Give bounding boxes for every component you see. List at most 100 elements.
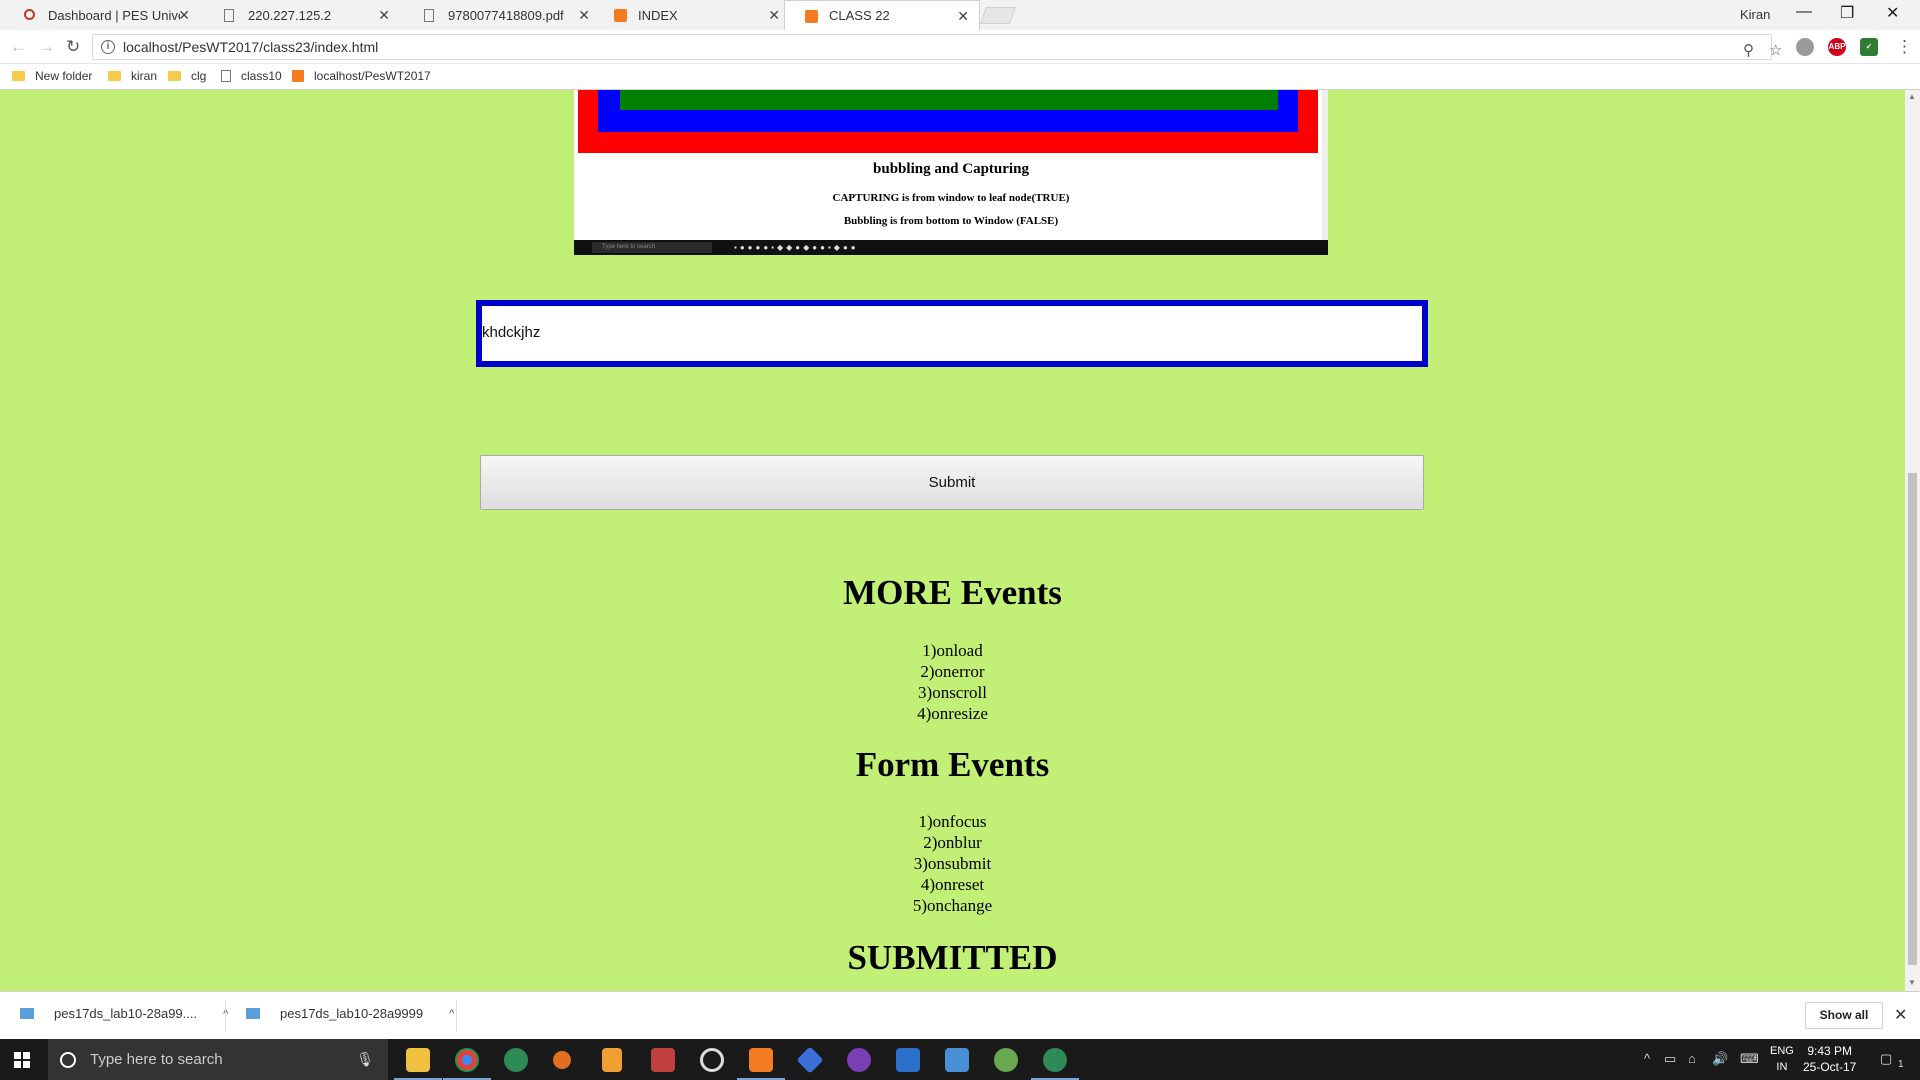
- bookmark-new-folder[interactable]: New folder: [12, 69, 92, 83]
- embedded-bubbling-text: Bubbling is from bottom to Window (FALSE…: [843, 215, 1059, 227]
- close-icon[interactable]: ✕: [178, 7, 190, 24]
- show-all-button[interactable]: Show all: [1805, 1002, 1883, 1029]
- bookmark-label: kiran: [131, 69, 158, 83]
- file-icon: [20, 1008, 34, 1019]
- tab-class-22[interactable]: CLASS 22 ✕: [784, 0, 980, 30]
- tab-strip: Dashboard | PES Univers ✕ 220.227.125.2 …: [0, 0, 1920, 30]
- menu-icon[interactable]: ⋮: [1896, 37, 1913, 57]
- embedded-taskbar: Type here to search ▪●●●●▪◆◆●◆●●▪◆●●: [574, 240, 1328, 255]
- adblock-plus-icon[interactable]: ABP: [1828, 38, 1846, 56]
- restore-icon[interactable]: ❐: [1840, 3, 1854, 23]
- inner-green-box: [620, 90, 1278, 110]
- embedded-screenshot-image: bubbling and Capturing CAPTURING is from…: [574, 90, 1328, 255]
- notification-icon[interactable]: ▢: [1880, 1051, 1892, 1067]
- new-tab-button[interactable]: [979, 7, 1017, 24]
- form-events-heading: Form Events: [855, 745, 1050, 784]
- info-icon[interactable]: i: [101, 40, 115, 54]
- tab-label: CLASS 22: [829, 8, 890, 23]
- target-app-icon[interactable]: [700, 1048, 724, 1072]
- search-app-icon[interactable]: [553, 1051, 571, 1069]
- list-item: 1)onload: [922, 641, 983, 660]
- xampp-icon[interactable]: [737, 1048, 785, 1080]
- folder-app-icon[interactable]: [945, 1048, 969, 1072]
- url-text: localhost/PesWT2017/class23/index.html: [123, 39, 379, 55]
- folder-icon: [168, 71, 181, 81]
- sublime-icon[interactable]: [602, 1048, 622, 1072]
- scroll-up-arrow-icon[interactable]: ▲: [1908, 92, 1916, 101]
- scroll-down-arrow-icon[interactable]: ▼: [1908, 978, 1916, 987]
- extension-check-icon[interactable]: ✓: [1860, 38, 1878, 56]
- volume-icon[interactable]: 🔊: [1712, 1051, 1728, 1067]
- page-icon: [221, 70, 231, 82]
- list-item: 2)onerror: [920, 662, 985, 681]
- back-icon[interactable]: ←: [10, 37, 27, 57]
- more-events-heading: MORE Events: [843, 573, 1062, 612]
- page-scrollbar[interactable]: ▲ ▼: [1905, 90, 1920, 991]
- media-app-icon[interactable]: [847, 1048, 871, 1072]
- bookmark-star-icon[interactable]: ☆: [1769, 41, 1782, 59]
- language-code: ENG: [1770, 1045, 1794, 1057]
- download-item[interactable]: pes17ds_lab10-28a99.... ^: [20, 1006, 228, 1021]
- close-icon[interactable]: ✕: [378, 7, 390, 24]
- browser-toolbar: ← → ↻ i localhost/PesWT2017/class23/inde…: [0, 30, 1920, 64]
- extension-shield-icon[interactable]: [1796, 38, 1814, 56]
- tab-dashboard[interactable]: Dashboard | PES Univers ✕: [4, 0, 200, 30]
- address-bar[interactable]: i localhost/PesWT2017/class23/index.html…: [92, 34, 1782, 60]
- bookmark-localhost[interactable]: localhost/PesWT2017: [292, 69, 431, 83]
- cortana-icon: [60, 1051, 76, 1068]
- language-indicator[interactable]: ENG IN: [1770, 1043, 1794, 1075]
- download-filename: pes17ds_lab10-28a9999: [280, 1006, 424, 1021]
- submit-button[interactable]: Submit: [480, 455, 1424, 510]
- text-input[interactable]: khdckjhz: [476, 300, 1428, 367]
- tab-ip-address[interactable]: 220.227.125.2 ✕: [204, 0, 400, 30]
- page-viewport: bubbling and Capturing CAPTURING is from…: [0, 90, 1905, 991]
- bookmark-label: class10: [241, 69, 282, 83]
- minimize-icon[interactable]: —: [1796, 3, 1812, 21]
- tab-label: Dashboard | PES Univers: [48, 7, 180, 23]
- close-icon[interactable]: ✕: [957, 8, 969, 25]
- chrome-icon[interactable]: [443, 1048, 491, 1080]
- bookmark-class10[interactable]: class10: [221, 69, 282, 83]
- diamond-app-icon[interactable]: [796, 1046, 824, 1074]
- clock[interactable]: 9:43 PM 25-Oct-17: [1803, 1043, 1856, 1075]
- chevron-up-icon[interactable]: ^: [1644, 1051, 1650, 1066]
- list-item: 1)onfocus: [918, 812, 987, 831]
- app-icon[interactable]: [651, 1048, 675, 1072]
- notification-count: 1: [1898, 1059, 1904, 1070]
- close-icon[interactable]: ✕: [578, 7, 590, 24]
- bookmark-kiran[interactable]: kiran: [108, 69, 157, 83]
- tab-pdf[interactable]: 9780077418809.pdf ✕: [404, 0, 600, 30]
- xampp-icon: [614, 9, 627, 22]
- bookmark-label: localhost/PesWT2017: [314, 69, 431, 83]
- bookmark-clg[interactable]: clg: [168, 69, 206, 83]
- keyboard-icon[interactable]: ⌨: [1740, 1051, 1759, 1067]
- globe-app-icon[interactable]: [1031, 1048, 1079, 1080]
- folder-icon: [12, 71, 25, 81]
- close-icon[interactable]: ✕: [768, 7, 780, 24]
- page-icon: [224, 9, 234, 22]
- list-item: 3)onsubmit: [913, 854, 992, 873]
- battery-icon[interactable]: ▭: [1664, 1051, 1676, 1067]
- microphone-icon[interactable]: 🎙: [356, 1051, 374, 1068]
- file-explorer-icon[interactable]: [394, 1048, 442, 1080]
- close-window-icon[interactable]: ✕: [1886, 3, 1899, 23]
- bookmarks-bar: New folder kiran clg class10 localhost/P…: [0, 64, 1920, 90]
- forward-icon[interactable]: →: [38, 37, 55, 57]
- page-icon: [424, 9, 434, 22]
- windows-start-icon[interactable]: [14, 1052, 30, 1068]
- android-app-icon[interactable]: [994, 1048, 1018, 1072]
- globe-app-icon[interactable]: [504, 1048, 528, 1072]
- taskbar-search-box[interactable]: Type here to search 🎙: [48, 1039, 388, 1080]
- network-icon[interactable]: ⌂: [1688, 1051, 1696, 1066]
- reload-icon[interactable]: ↻: [66, 37, 80, 57]
- download-item[interactable]: pes17ds_lab10-28a9999 ^: [246, 1006, 454, 1021]
- chevron-up-icon[interactable]: ^: [449, 1008, 454, 1020]
- tab-label: 220.227.125.2: [248, 7, 332, 23]
- tab-index[interactable]: INDEX ✕: [594, 0, 790, 30]
- zoom-icon[interactable]: ⚲: [1743, 41, 1754, 59]
- scroll-thumb[interactable]: [1908, 473, 1917, 965]
- xampp-icon: [805, 10, 818, 23]
- document-app-icon[interactable]: [896, 1048, 920, 1072]
- close-icon[interactable]: ✕: [1894, 1005, 1907, 1025]
- profile-button[interactable]: Kiran: [1740, 7, 1770, 22]
